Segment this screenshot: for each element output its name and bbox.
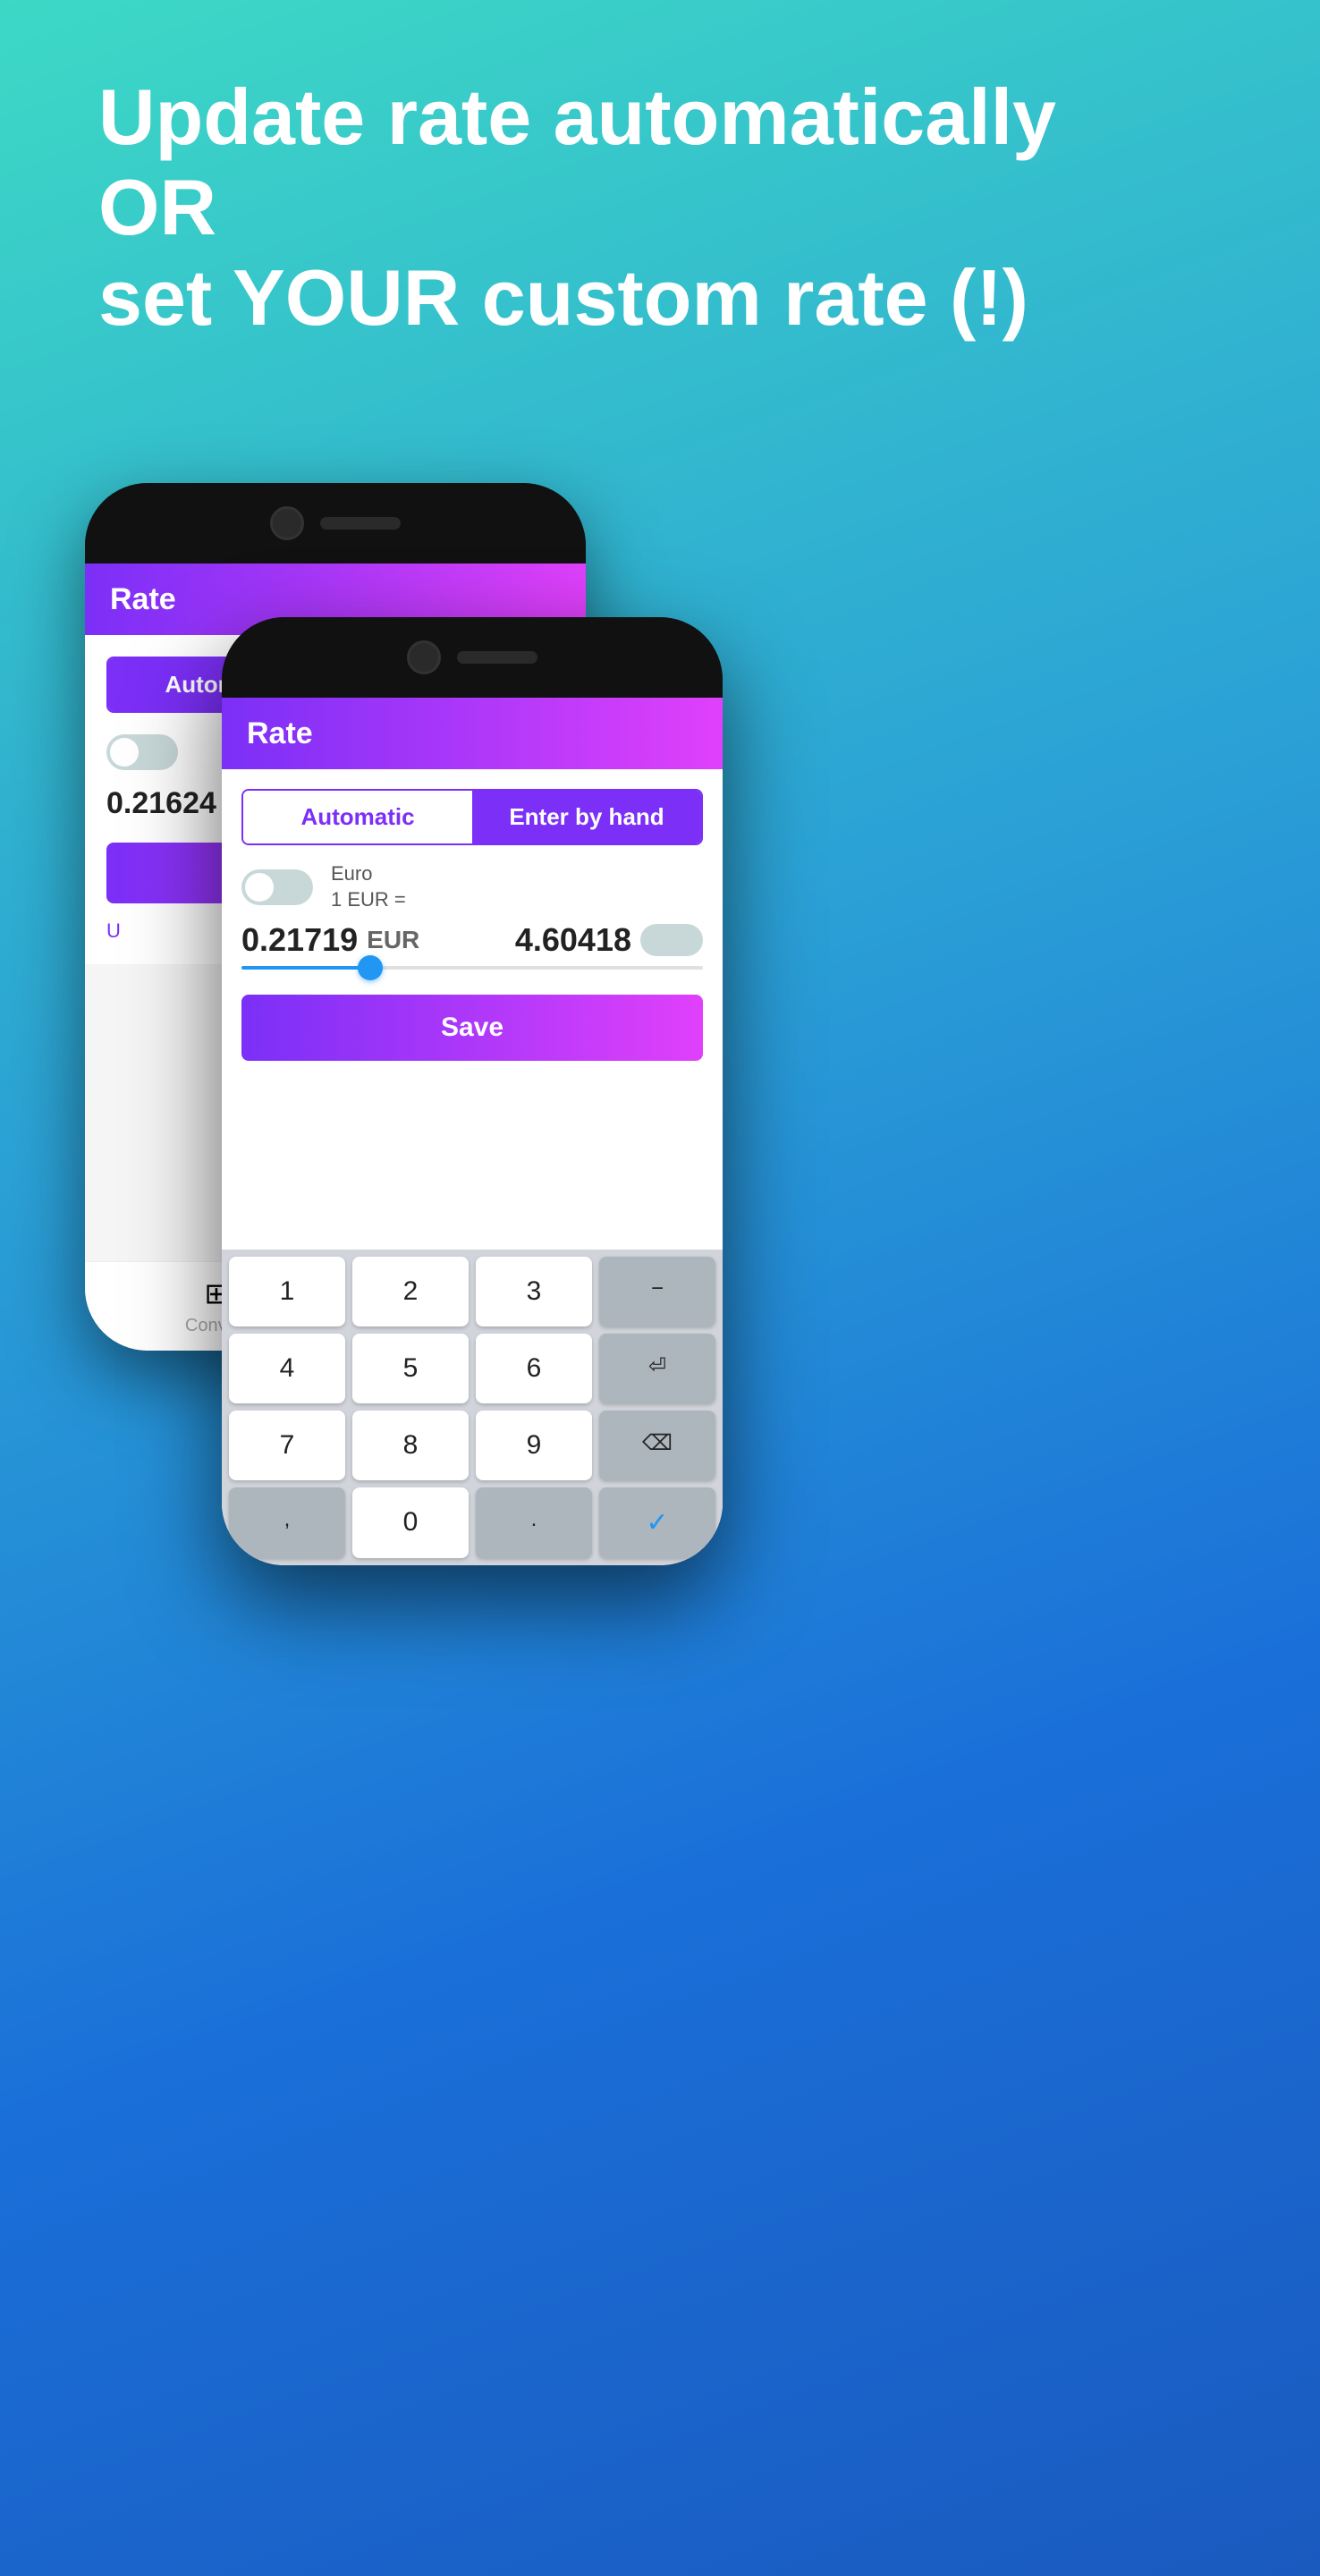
key-period[interactable]: .: [476, 1487, 592, 1558]
front-tab-enter-by-hand[interactable]: Enter by hand: [472, 791, 701, 843]
front-rate-row: 0.21719 EUR 4.60418: [241, 921, 703, 959]
slider-fill: [241, 966, 370, 970]
key-return[interactable]: ⏎: [599, 1334, 715, 1403]
euro-label-line1: Euro: [331, 861, 406, 887]
front-rate-converted: 4.60418: [515, 921, 631, 959]
phone-front: Rate Automatic Enter by hand Euro 1 EUR …: [222, 617, 723, 1565]
phone-back-camera-icon: [270, 506, 304, 540]
headline-line2: OR: [98, 162, 1222, 252]
front-rate-value: 0.21719: [241, 921, 358, 959]
keyboard: 1 2 3 − 4 5 6 ⏎ 7 8 9 ⌫ , 0 . ✓: [222, 1250, 723, 1565]
key-4[interactable]: 4: [229, 1334, 345, 1403]
headline: Update rate automatically OR set YOUR cu…: [98, 72, 1222, 343]
key-2[interactable]: 2: [352, 1257, 469, 1326]
key-1[interactable]: 1: [229, 1257, 345, 1326]
headline-line3: set YOUR custom rate (!): [98, 252, 1222, 343]
euro-label-line2: 1 EUR =: [331, 887, 406, 913]
slider-track: [241, 966, 703, 970]
key-comma[interactable]: ,: [229, 1487, 345, 1558]
phone-front-notch: [222, 617, 723, 698]
key-9[interactable]: 9: [476, 1411, 592, 1480]
headline-line1: Update rate automatically: [98, 72, 1222, 162]
phone-back-toggle[interactable]: [106, 734, 178, 770]
slider-row: [241, 966, 703, 970]
front-tab-automatic[interactable]: Automatic: [243, 791, 472, 843]
front-euro-label: Euro 1 EUR =: [331, 861, 406, 912]
front-toggle-row: Euro 1 EUR =: [241, 861, 703, 912]
front-rate-toggle[interactable]: [640, 924, 703, 956]
phone-front-speaker: [457, 651, 537, 664]
key-minus[interactable]: −: [599, 1257, 715, 1326]
phone-front-title: Rate: [247, 716, 313, 751]
key-6[interactable]: 6: [476, 1334, 592, 1403]
phone-front-screen: Rate Automatic Enter by hand Euro 1 EUR …: [222, 698, 723, 1565]
phone-back-rate-value: 0.21624: [106, 786, 216, 821]
front-rate-currency: EUR: [367, 926, 419, 954]
key-0[interactable]: 0: [352, 1487, 469, 1558]
phone-front-header: Rate: [222, 698, 723, 769]
phone-back-notch: [85, 483, 586, 564]
key-check[interactable]: ✓: [599, 1487, 715, 1558]
front-toggle[interactable]: [241, 869, 313, 905]
key-5[interactable]: 5: [352, 1334, 469, 1403]
phone-front-content: Automatic Enter by hand Euro 1 EUR = 0.2…: [222, 769, 723, 1565]
key-8[interactable]: 8: [352, 1411, 469, 1480]
key-backspace[interactable]: ⌫: [599, 1411, 715, 1480]
phone-back-title: Rate: [110, 582, 176, 617]
front-rate-section: Euro 1 EUR = 0.21719 EUR 4.60418: [222, 845, 723, 995]
phone-front-camera-icon: [407, 640, 441, 674]
slider-thumb[interactable]: [358, 955, 383, 980]
key-7[interactable]: 7: [229, 1411, 345, 1480]
key-3[interactable]: 3: [476, 1257, 592, 1326]
front-save-button[interactable]: Save: [241, 995, 703, 1061]
phone-back-speaker: [320, 517, 401, 530]
front-tabs: Automatic Enter by hand: [241, 789, 703, 845]
